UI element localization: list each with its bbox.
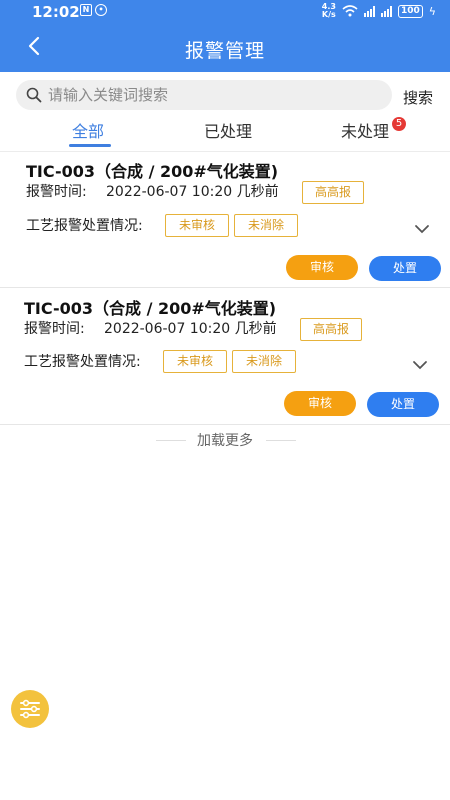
alarm-time-value: 2022-06-07 10:20 几秒前 [106, 184, 279, 200]
unprocessed-count-badge: 5 [392, 117, 406, 131]
search-input[interactable] [48, 80, 378, 110]
process-status-label: 工艺报警处置情况: [24, 354, 141, 370]
status-time: 12:02 [32, 3, 80, 21]
chevron-down-icon[interactable] [412, 360, 428, 370]
review-button[interactable]: 审核 [284, 391, 356, 416]
network-speed: 4.3 K/s [322, 3, 336, 19]
search-icon [26, 87, 42, 103]
tab-processed[interactable]: 已处理 [204, 118, 252, 142]
title-bar: 报警管理 [0, 26, 450, 70]
notification-icons: N • [80, 4, 107, 16]
clear-status-tag: 未消除 [234, 214, 298, 237]
divider-line [266, 440, 296, 441]
review-button[interactable]: 审核 [286, 255, 358, 280]
filter-sliders-icon [20, 699, 40, 719]
status-right: 4.3 K/s 100 ϟ [322, 3, 436, 19]
signal-icon [363, 5, 375, 17]
alarm-card[interactable]: TIC-003（合成 / 200#气化装置) 报警时间: 2022-06-07 … [0, 289, 450, 425]
active-tab-indicator [69, 144, 111, 147]
chevron-down-icon[interactable] [414, 224, 430, 234]
search-button[interactable]: 搜索 [403, 87, 433, 108]
speed-unit: K/s [321, 10, 336, 19]
clear-status-tag: 未消除 [232, 350, 296, 373]
alarm-title: TIC-003（合成 / 200#气化装置) [24, 299, 277, 318]
signal-icon [380, 5, 392, 17]
filter-fab-button[interactable] [11, 690, 49, 728]
load-more[interactable]: 加载更多 [0, 430, 450, 450]
battery-icon: 100 [397, 4, 423, 18]
filter-tabs: 全部 已处理 未处理 [0, 112, 450, 152]
handle-button[interactable]: 处置 [367, 392, 439, 417]
alarm-time-label: 报警时间: [24, 321, 85, 337]
alarm-title: TIC-003（合成 / 200#气化装置) [26, 162, 279, 181]
search-bar [16, 80, 392, 110]
alarm-level-tag: 高高报 [302, 181, 364, 204]
status-bar: 12:02 N • 4.3 K/s 100 ϟ [0, 0, 450, 24]
charging-icon: ϟ [428, 4, 436, 18]
alarm-level-tag: 高高报 [300, 318, 362, 341]
audit-status-tag: 未审核 [165, 214, 229, 237]
process-status-label: 工艺报警处置情况: [26, 218, 143, 234]
wifi-icon [342, 5, 358, 17]
alarm-time-value: 2022-06-07 10:20 几秒前 [104, 321, 277, 337]
alarm-time-label: 报警时间: [26, 184, 87, 200]
nfc-icon: N [80, 4, 92, 16]
app-header: 12:02 N • 4.3 K/s 100 ϟ 报警管理 [0, 0, 450, 72]
alarm-clock-icon: • [95, 4, 107, 16]
audit-status-tag: 未审核 [163, 350, 227, 373]
handle-button[interactable]: 处置 [369, 256, 441, 281]
tab-unprocessed[interactable]: 未处理 [341, 118, 389, 142]
load-more-text: 加载更多 [197, 433, 253, 449]
alarm-card[interactable]: TIC-003（合成 / 200#气化装置) 报警时间: 2022-06-07 … [0, 152, 450, 288]
page-title: 报警管理 [184, 40, 265, 62]
tab-all[interactable]: 全部 [72, 118, 104, 142]
